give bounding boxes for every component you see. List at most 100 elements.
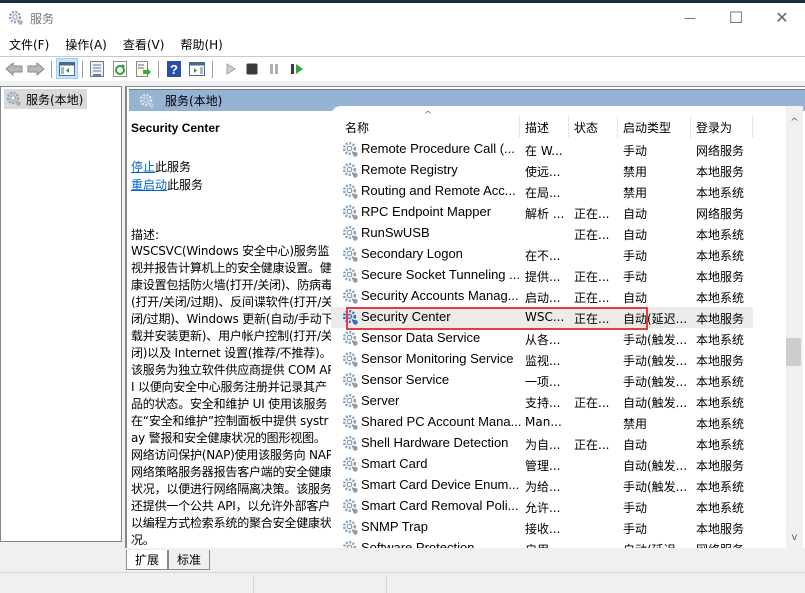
scroll-down-button[interactable]: v — [786, 529, 803, 546]
stop-service-link[interactable]: 停止 — [131, 160, 155, 174]
service-row[interactable]: Secondary Logon 在不... 手动 本地系统 — [331, 244, 753, 265]
service-row[interactable]: Sensor Service 一项... 手动(触发... 本地系统 — [331, 370, 753, 391]
vertical-scrollbar[interactable]: ^ v — [786, 106, 803, 548]
service-row[interactable]: Shell Hardware Detection 为自... 正在... 自动 本地系统 — [331, 433, 753, 454]
service-row[interactable]: Secure Socket Tunneling ... 提供... 正在... 手动 本… — [331, 265, 753, 286]
column-divider — [617, 116, 618, 138]
menu-action[interactable]: 操作(A) — [56, 35, 114, 55]
service-row[interactable]: Remote Registry 使远... 禁用 本地服务 — [331, 160, 753, 181]
service-row[interactable]: Sensor Data Service 从各... 手动(触发... 本地系统 — [331, 328, 753, 349]
service-log-on-as: 本地系统 — [696, 186, 745, 200]
pause-service-button[interactable] — [265, 60, 283, 78]
service-startup-type: 手动 — [623, 270, 648, 284]
service-row[interactable]: Smart Card 管理... 自动(触发... 本地服务 — [331, 454, 753, 475]
properties-button[interactable] — [88, 60, 106, 78]
service-log-on-as: 本地服务 — [696, 165, 745, 179]
start-service-button[interactable] — [222, 60, 240, 78]
service-gear-icon — [342, 288, 359, 305]
service-row[interactable]: SNMP Trap 接收... 手动 本地服务 — [331, 517, 753, 538]
service-name: Smart Card Removal Poli... — [361, 498, 519, 513]
service-row[interactable]: Sensor Monitoring Service 监视... 手动(触发... 本地… — [331, 349, 753, 370]
service-status: 正在... — [574, 270, 610, 284]
service-status: 正在... — [574, 291, 610, 305]
service-row[interactable]: RunSwUSB 正在... 自动 本地系统 — [331, 223, 753, 244]
maximize-button[interactable]: ☐ — [713, 3, 759, 32]
service-description-panel: Security Center 停止此服务 重启动此服务 描述: WSCSVC(… — [131, 118, 334, 548]
service-name: RunSwUSB — [361, 225, 430, 240]
maximize-icon: ☐ — [728, 8, 744, 27]
service-startup-type: 禁用 — [623, 186, 648, 200]
service-log-on-as: 本地系统 — [696, 417, 745, 431]
scrollbar-thumb[interactable] — [786, 338, 801, 366]
column-header-description[interactable]: 描述 — [525, 116, 549, 138]
toolbar-separator — [212, 61, 213, 78]
restart-icon — [291, 64, 303, 74]
service-startup-type: 手动(触发... — [623, 375, 688, 389]
service-row[interactable]: Shared PC Account Mana... Man... 禁用 本地系统 — [331, 412, 753, 433]
toolbar-separator — [82, 61, 83, 78]
service-log-on-as: 本地服务 — [696, 270, 745, 284]
service-gear-icon — [342, 330, 359, 347]
service-row[interactable]: Security Accounts Manag... 启动... 正在... 自动 本地… — [331, 286, 753, 307]
console-tree-pane: 服务(本地) — [0, 86, 122, 542]
service-row[interactable]: Smart Card Device Enum... 为给... 手动(触发... 本地… — [331, 475, 753, 496]
restart-service-button[interactable] — [288, 60, 306, 78]
service-gear-icon — [342, 498, 359, 515]
service-log-on-as: 本地系统 — [696, 228, 745, 242]
services-gear-icon — [8, 10, 24, 26]
service-name: Shell Hardware Detection — [361, 435, 509, 450]
minimize-button[interactable]: — — [667, 3, 713, 32]
service-gear-icon — [342, 267, 359, 284]
forward-button[interactable] — [27, 60, 45, 78]
column-header-startup-type[interactable]: 启动类型 — [623, 116, 671, 138]
column-header-status[interactable]: 状态 — [574, 116, 598, 138]
help-button[interactable]: ? — [165, 60, 183, 78]
play-icon — [226, 63, 236, 75]
service-description: 监视... — [525, 354, 561, 368]
menu-view[interactable]: 查看(V) — [114, 35, 172, 55]
menu-file[interactable]: 文件(F) — [0, 35, 56, 55]
tree-item-services-local[interactable]: 服务(本地) — [4, 89, 87, 109]
service-row[interactable]: Smart Card Removal Poli... 允许... 手动 本地系统 — [331, 496, 753, 517]
close-button[interactable]: ✕ — [759, 3, 805, 32]
description-text: WSCSVC(Windows 安全中心)服务监视并报告计算机上的安全健康设置。健… — [131, 244, 335, 547]
show-hide-action-pane-button[interactable] — [188, 60, 206, 78]
column-header-log-on-as[interactable]: 登录为 — [696, 116, 732, 138]
tab-extended[interactable]: 扩展 — [126, 550, 169, 570]
stop-icon — [246, 63, 258, 75]
show-hide-console-tree-button[interactable] — [56, 58, 78, 79]
service-description: 在局... — [525, 186, 561, 200]
menu-help[interactable]: 帮助(H) — [171, 35, 229, 55]
service-description: 为自... — [525, 438, 561, 452]
service-name: Sensor Service — [361, 372, 450, 387]
service-row[interactable]: Server 支持... 正在... 自动(触发... 本地系统 — [331, 391, 753, 412]
service-gear-icon — [342, 540, 359, 548]
scroll-up-button[interactable]: ^ — [786, 114, 803, 131]
column-divider — [519, 116, 520, 138]
close-icon: ✕ — [775, 8, 789, 27]
service-status: 正在... — [574, 438, 610, 452]
service-startup-type: 手动 — [623, 501, 648, 515]
tab-standard[interactable]: 标准 — [168, 550, 211, 570]
service-row[interactable]: Remote Procedure Call (... 在 W... 手动 网络服务 — [331, 139, 753, 160]
restart-service-link[interactable]: 重启动 — [131, 178, 167, 192]
stop-service-button[interactable] — [243, 60, 261, 78]
back-button[interactable] — [5, 60, 23, 78]
service-log-on-as: 本地系统 — [696, 333, 745, 347]
service-row[interactable]: RPC Endpoint Mapper 解析 ... 正在... 自动 网络服务 — [331, 202, 753, 223]
export-list-button[interactable] — [134, 60, 152, 78]
column-header-name[interactable]: 名称 — [345, 116, 369, 138]
service-log-on-as: 本地系统 — [696, 396, 745, 410]
service-log-on-as: 本地系统 — [696, 249, 745, 263]
service-row[interactable]: Software Protection 启用... 自动(延迟... 网络服务 — [331, 538, 753, 548]
service-log-on-as: 网络服务 — [696, 144, 745, 158]
service-startup-type: 自动(延迟... — [623, 541, 687, 548]
minimize-icon: — — [684, 10, 696, 25]
service-row[interactable]: Routing and Remote Acc... 在局... 禁用 本地系统 — [331, 181, 753, 202]
service-startup-type: 手动 — [623, 522, 648, 536]
menu-bar: 文件(F) 操作(A) 查看(V) 帮助(H) — [0, 35, 805, 55]
refresh-button[interactable] — [111, 60, 129, 78]
stop-service-suffix: 此服务 — [155, 160, 192, 174]
service-gear-icon — [342, 183, 359, 200]
service-startup-type: 手动 — [623, 249, 648, 263]
